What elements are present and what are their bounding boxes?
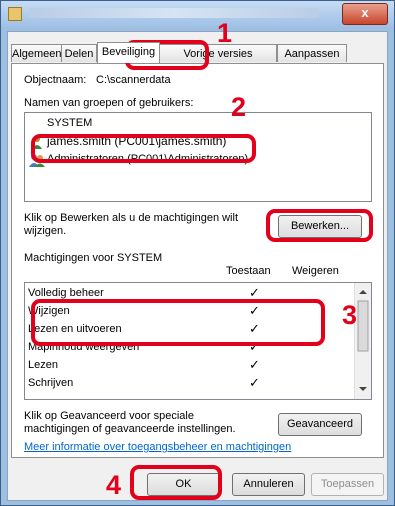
security-tab-panel: Objectnaam: C:\scannerdata Namen van gro… — [11, 63, 384, 458]
folder-icon — [8, 7, 22, 21]
window-title — [29, 8, 319, 18]
object-name-label: Objectnaam: — [24, 74, 87, 86]
allow-check-icon: ✓ — [249, 357, 260, 372]
annotation-box-user — [31, 134, 256, 163]
permissions-heading: Machtigingen voor SYSTEM — [24, 252, 163, 264]
groups-label: Namen van groepen of gebruikers: — [24, 97, 194, 109]
tab-beveiliging[interactable]: Beveiliging — [97, 42, 160, 63]
annotation-box-edit — [266, 209, 373, 242]
annotation-number-2: 2 — [231, 92, 247, 122]
allow-check-icon: ✓ — [249, 375, 260, 390]
close-button[interactable]: x — [342, 3, 388, 25]
tab-algemeen[interactable]: Algemeen — [11, 44, 62, 62]
deny-column-header: Weigeren — [292, 265, 339, 277]
annotation-number-3: 3 — [342, 300, 358, 330]
advanced-button[interactable]: Geavanceerd — [278, 413, 362, 436]
apply-button[interactable]: Toepassen — [311, 473, 384, 496]
tab-aanpassen[interactable]: Aanpassen — [277, 44, 347, 62]
annotation-box-ok — [130, 465, 222, 500]
annotation-number-4: 4 — [106, 470, 122, 500]
annotation-number-1: 1 — [217, 18, 233, 48]
title-bar[interactable]: x — [1, 1, 394, 27]
permission-label: Lezen — [28, 359, 58, 371]
advanced-hint: Klik op Geavanceerd voor speciale machti… — [24, 410, 236, 435]
scroll-arrows-icon — [357, 290, 369, 391]
security-properties-window: x Algemeen Delen Beveiliging Vorige vers… — [0, 0, 395, 506]
edit-hint: Klik op Bewerken als u de machtigingen w… — [24, 212, 239, 237]
allow-column-header: Toestaan — [226, 265, 271, 277]
cancel-button[interactable]: Annuleren — [232, 473, 305, 496]
tab-delen[interactable]: Delen — [61, 44, 97, 62]
help-link[interactable]: Meer informatie over toegangsbeheer en m… — [24, 441, 291, 453]
list-item[interactable]: SYSTEM — [47, 115, 92, 132]
annotation-box-permissions — [31, 299, 325, 346]
permission-label: Schrijven — [28, 377, 74, 389]
object-name-value: C:\scannerdata — [96, 74, 171, 86]
dialog-body: Algemeen Delen Beveiliging Vorige versie… — [7, 31, 388, 501]
